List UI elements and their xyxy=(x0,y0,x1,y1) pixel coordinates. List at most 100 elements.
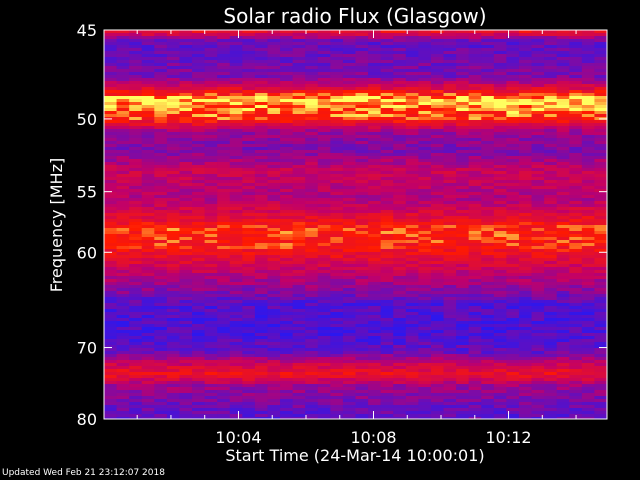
heatmap-cell xyxy=(569,333,583,336)
heatmap-cell xyxy=(443,48,457,51)
heatmap-cell xyxy=(192,114,206,117)
heatmap-cell xyxy=(104,375,118,378)
heatmap-cell xyxy=(556,135,570,138)
heatmap-cell xyxy=(141,87,155,90)
heatmap-cell xyxy=(179,273,193,276)
heatmap-cell xyxy=(531,357,545,360)
heatmap-cell xyxy=(280,207,294,210)
heatmap-cell xyxy=(166,72,180,75)
heatmap-cell xyxy=(531,324,545,327)
heatmap-cell xyxy=(355,384,369,387)
heatmap-cell xyxy=(217,138,231,141)
heatmap-cell xyxy=(154,390,168,393)
heatmap-cell xyxy=(456,303,470,306)
heatmap-cell xyxy=(493,78,507,81)
heatmap-cell xyxy=(468,381,482,384)
heatmap-cell xyxy=(569,357,583,360)
heatmap-cell xyxy=(368,201,382,204)
heatmap-cell xyxy=(342,303,356,306)
heatmap-cell xyxy=(217,351,231,354)
heatmap-cell xyxy=(380,63,394,66)
heatmap-cell xyxy=(518,174,533,177)
heatmap-cell xyxy=(556,267,570,270)
heatmap-cell xyxy=(242,33,256,36)
heatmap-cell xyxy=(594,33,608,36)
heatmap-cell xyxy=(129,354,143,357)
heatmap-cell xyxy=(104,387,118,390)
heatmap-cell xyxy=(154,330,168,333)
heatmap-cell xyxy=(280,399,294,402)
heatmap-cell xyxy=(481,273,495,276)
heatmap-cell xyxy=(581,90,595,93)
heatmap-cell xyxy=(280,48,294,51)
heatmap-cell xyxy=(481,48,495,51)
heatmap-cell xyxy=(292,150,306,153)
heatmap-cell xyxy=(179,246,193,249)
heatmap-cell xyxy=(481,180,495,183)
heatmap-cell xyxy=(380,306,394,309)
heatmap-cell xyxy=(217,159,231,162)
heatmap-cell xyxy=(506,336,520,339)
heatmap-cell xyxy=(104,348,118,351)
heatmap-cell xyxy=(493,135,507,138)
heatmap-cell xyxy=(544,96,558,99)
heatmap-cell xyxy=(430,294,445,297)
heatmap-cell xyxy=(292,375,306,378)
heatmap-cell xyxy=(154,345,168,348)
heatmap-cell xyxy=(192,303,206,306)
heatmap-cell xyxy=(292,108,306,111)
heatmap-cell xyxy=(430,390,445,393)
heatmap-cell xyxy=(217,120,231,123)
heatmap-cell xyxy=(544,198,558,201)
heatmap-cell xyxy=(166,156,180,159)
heatmap-cell xyxy=(581,105,595,108)
heatmap-cell xyxy=(204,315,218,318)
heatmap-cell xyxy=(569,255,583,258)
heatmap-cell xyxy=(594,225,608,228)
heatmap-cell xyxy=(544,294,558,297)
heatmap-cell xyxy=(556,234,570,237)
heatmap-cell xyxy=(217,126,231,129)
heatmap-cell xyxy=(456,120,470,123)
heatmap-cell xyxy=(204,372,218,375)
heatmap-cell xyxy=(380,321,394,324)
heatmap-cell xyxy=(342,183,356,186)
heatmap-cell xyxy=(330,363,344,366)
heatmap-cell xyxy=(292,225,306,228)
heatmap-cell xyxy=(254,162,268,165)
heatmap-cell xyxy=(166,243,180,246)
heatmap-cell xyxy=(355,330,369,333)
heatmap-cell xyxy=(594,54,608,57)
heatmap-cell xyxy=(518,282,533,285)
heatmap-cell xyxy=(493,285,507,288)
heatmap-cell xyxy=(493,369,507,372)
heatmap-cell xyxy=(330,138,344,141)
heatmap-cell xyxy=(594,60,608,63)
heatmap-cell xyxy=(179,129,193,132)
heatmap-cell xyxy=(405,135,419,138)
heatmap-cell xyxy=(330,93,344,96)
heatmap-cell xyxy=(192,381,206,384)
heatmap-cell xyxy=(280,249,294,252)
heatmap-cell xyxy=(430,360,445,363)
heatmap-cell xyxy=(129,96,143,99)
heatmap-cell xyxy=(305,78,319,81)
heatmap-cell xyxy=(267,330,281,333)
heatmap-cell xyxy=(368,42,382,45)
heatmap-cell xyxy=(393,252,407,255)
heatmap-cell xyxy=(355,225,369,228)
heatmap-cell xyxy=(569,387,583,390)
heatmap-cell xyxy=(254,186,268,189)
heatmap-cell xyxy=(116,288,130,291)
heatmap-cell xyxy=(204,216,218,219)
heatmap-cell xyxy=(393,36,407,39)
heatmap-cell xyxy=(380,108,394,111)
heatmap-cell xyxy=(569,264,583,267)
heatmap-cell xyxy=(418,93,432,96)
heatmap-cell xyxy=(405,324,419,327)
heatmap-cell xyxy=(330,75,344,78)
heatmap-cell xyxy=(280,336,294,339)
heatmap-cell xyxy=(242,207,256,210)
heatmap-cell xyxy=(456,345,470,348)
heatmap-cell xyxy=(556,57,570,60)
